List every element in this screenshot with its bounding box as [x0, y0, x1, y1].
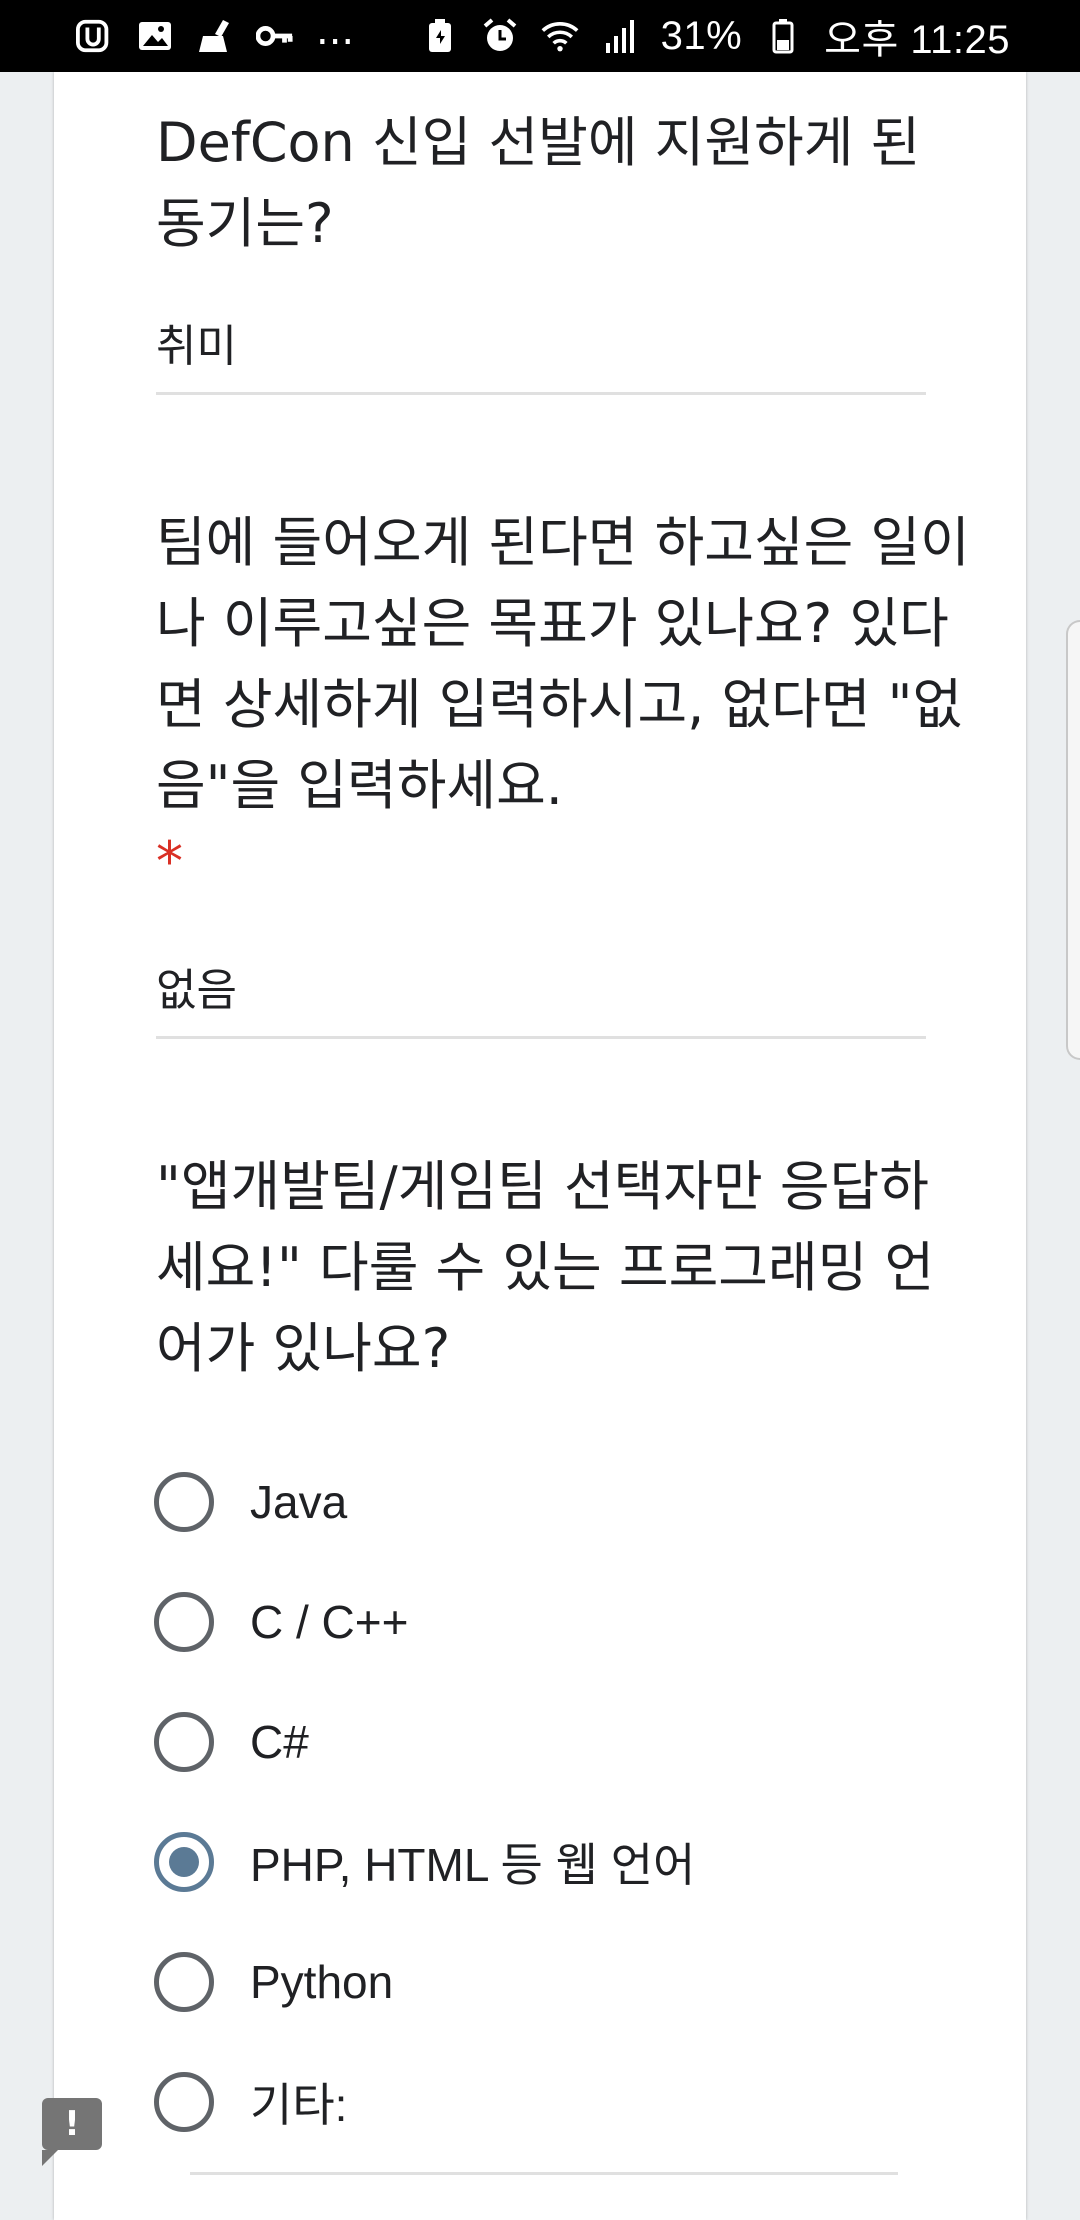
more-notifications: ... [316, 8, 355, 54]
gallery-icon [136, 17, 174, 55]
option-c-cpp[interactable]: C / C++ [154, 1590, 409, 1654]
option-csharp[interactable]: C# [154, 1710, 309, 1774]
option-label: 기타: [250, 2079, 348, 2131]
edge-panel-handle[interactable] [1066, 620, 1080, 1060]
wifi-icon [541, 17, 579, 55]
battery-saver-icon [421, 17, 459, 55]
option-other[interactable]: 기타: [154, 2070, 347, 2134]
question-2-answer-field[interactable]: 없음 [156, 954, 926, 1039]
battery-percent: 31% [660, 13, 743, 58]
app-icon [76, 17, 114, 55]
notification-icons: ... [76, 11, 354, 55]
system-icons: 31% 오후 11:25 [421, 7, 1010, 65]
key-icon [256, 17, 294, 55]
radio-button[interactable] [154, 1952, 214, 2012]
radio-button[interactable] [154, 1592, 214, 1652]
question-2-title: 팀에 들어오게 된다면 하고싶은 일이나 이루고싶은 목표가 있나요? 있다면 … [156, 511, 970, 817]
required-asterisk: * [156, 830, 183, 893]
question-1-title: DefCon 신입 선발에 지원하게 된 동기는? [156, 111, 921, 255]
other-text-field[interactable] [190, 2172, 898, 2175]
option-label: C# [250, 1716, 309, 1768]
question-3-title: "앱개발팀/게임팀 선택자만 응답하세요!" 다룰 수 있는 프로그래밍 언어가… [156, 1155, 935, 1380]
battery-icon [764, 17, 802, 55]
broom-icon [196, 17, 234, 55]
option-label: PHP, HTML 등 웹 언어 [250, 1839, 696, 1891]
question-1-answer-field[interactable]: 취미 [156, 310, 926, 395]
option-label: C / C++ [250, 1596, 409, 1648]
radio-button[interactable] [154, 1712, 214, 1772]
option-label: Java [250, 1476, 348, 1528]
option-python[interactable]: Python [154, 1950, 393, 2014]
option-label: Python [250, 1956, 394, 2008]
radio-button[interactable] [154, 2072, 214, 2132]
feedback-button[interactable]: ! [42, 2098, 102, 2166]
clock: 오후 11:25 [824, 18, 1010, 62]
alarm-icon [481, 17, 519, 55]
form-card: DefCon 신입 선발에 지원하게 된 동기는? 취미 팀에 들어오게 된다면… [54, 72, 1026, 2220]
radio-button[interactable] [154, 1472, 214, 1532]
signal-icon [601, 17, 639, 55]
radio-button-selected[interactable] [154, 1832, 214, 1892]
option-web[interactable]: PHP, HTML 등 웹 언어 [154, 1830, 695, 1894]
status-bar: ... 31% 오후 11:25 [0, 0, 1080, 72]
option-java[interactable]: Java [154, 1470, 347, 1534]
